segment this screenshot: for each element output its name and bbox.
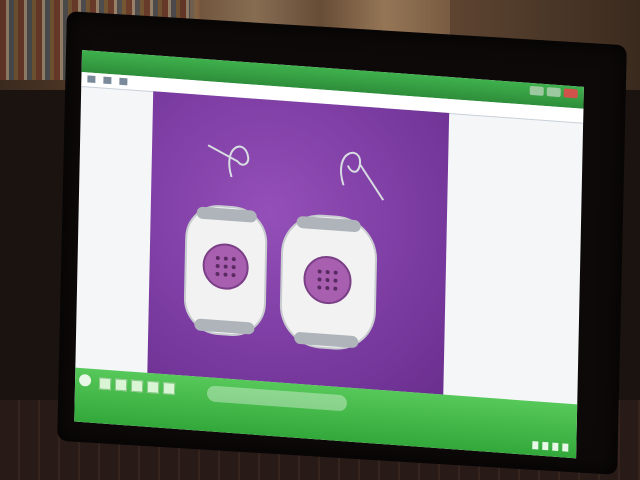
tray-icon[interactable] xyxy=(552,442,559,452)
earring-hook-left xyxy=(228,145,250,178)
earring-left xyxy=(183,205,268,337)
earring-hook-right xyxy=(340,151,361,186)
earrings-photo xyxy=(183,144,385,350)
earring-right xyxy=(279,214,378,350)
taskbar-app-icon[interactable] xyxy=(130,379,144,393)
minimize-icon[interactable] xyxy=(529,85,544,96)
start-orb-icon[interactable] xyxy=(78,373,92,387)
taskbar-app-icon[interactable] xyxy=(146,380,160,394)
tray-icon[interactable] xyxy=(532,441,539,450)
taskbar-app-icon[interactable] xyxy=(98,377,112,391)
taskbar-app-icon[interactable] xyxy=(162,382,176,395)
close-icon[interactable] xyxy=(563,88,578,99)
system-tray xyxy=(532,441,569,452)
photo-viewer-image xyxy=(147,91,450,395)
tray-icon[interactable] xyxy=(542,441,549,451)
tray-icon[interactable] xyxy=(562,443,569,452)
toolbar-icon[interactable] xyxy=(103,76,112,85)
taskbar-app-icon[interactable] xyxy=(114,378,128,392)
media-player-icon[interactable] xyxy=(206,385,348,412)
toolbar-icon[interactable] xyxy=(87,75,96,83)
maximize-icon[interactable] xyxy=(546,87,561,98)
earring-hook-right-tail xyxy=(359,163,385,201)
earring-hook-left-tail xyxy=(207,144,239,163)
screen xyxy=(74,50,584,459)
toolbar-icon[interactable] xyxy=(119,77,128,86)
